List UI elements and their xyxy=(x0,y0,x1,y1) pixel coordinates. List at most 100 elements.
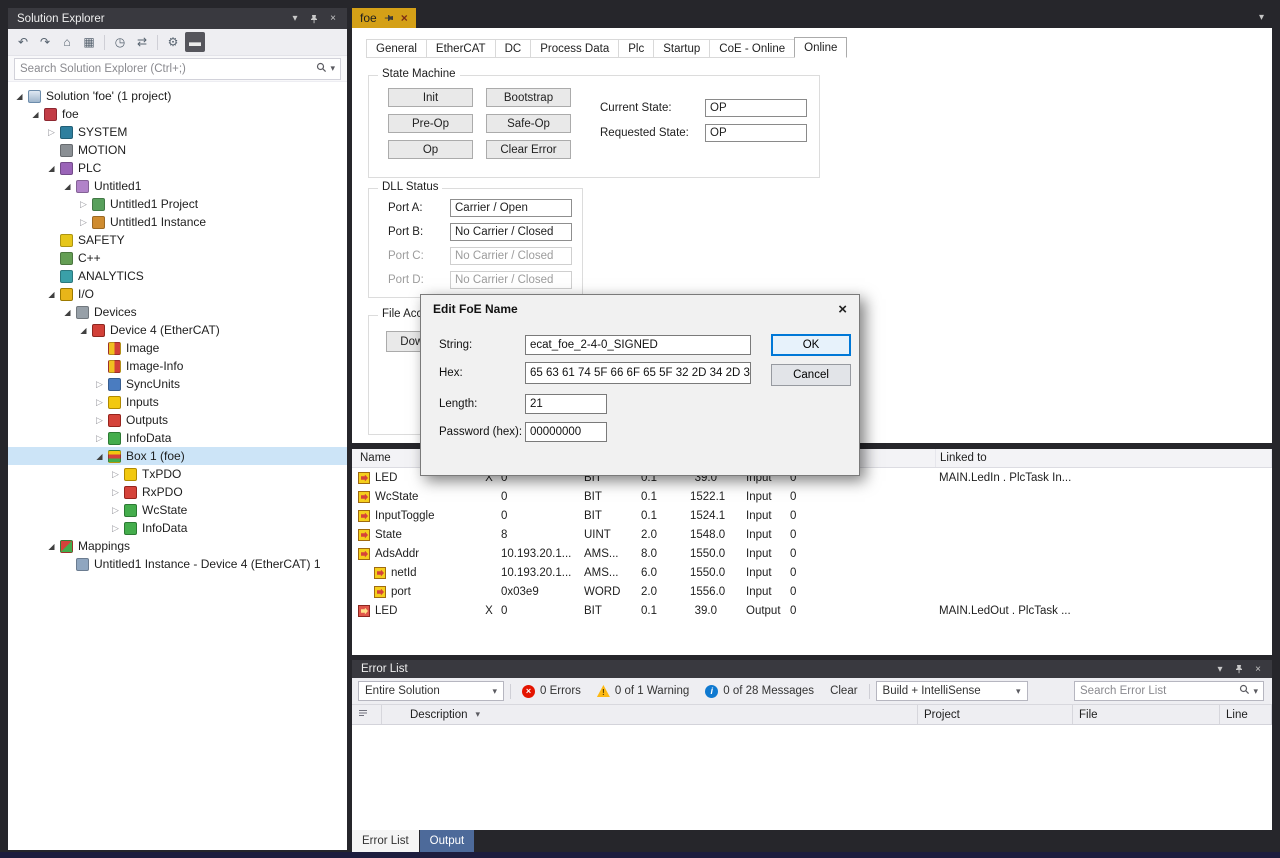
expanded-arrow-icon[interactable]: ◢ xyxy=(44,542,59,551)
pin-icon[interactable] xyxy=(306,11,322,27)
tree-item-i-o[interactable]: ◢I/O xyxy=(8,285,347,303)
chevron-down-icon[interactable]: ▾ xyxy=(1212,661,1228,677)
tree-item-image[interactable]: Image xyxy=(8,339,347,357)
home-icon[interactable]: ⌂ xyxy=(57,32,77,52)
solution-search-box[interactable]: ▾ xyxy=(14,58,341,80)
close-icon[interactable]: × xyxy=(1250,661,1266,677)
tab-plc[interactable]: Plc xyxy=(618,39,654,58)
expanded-arrow-icon[interactable]: ◢ xyxy=(28,110,43,119)
expanded-arrow-icon[interactable]: ◢ xyxy=(44,164,59,173)
chevron-down-icon[interactable]: ▾ xyxy=(1259,12,1264,23)
op-button[interactable]: Op xyxy=(388,140,473,159)
tree-item-plc[interactable]: ◢PLC xyxy=(8,159,347,177)
current-state-box[interactable]: OP xyxy=(705,99,807,117)
tree-item-box-1-foe[interactable]: ◢Box 1 (foe) xyxy=(8,447,347,465)
tab-process-data[interactable]: Process Data xyxy=(530,39,619,58)
tab-dc[interactable]: DC xyxy=(495,39,532,58)
cancel-button[interactable]: Cancel xyxy=(771,364,851,386)
collapsed-arrow-icon[interactable]: ▷ xyxy=(108,523,123,534)
header-severity[interactable] xyxy=(352,705,382,724)
collapsed-arrow-icon[interactable]: ▷ xyxy=(108,469,123,480)
bootstrap-button[interactable]: Bootstrap xyxy=(486,88,571,107)
tree-item-untitled1-project[interactable]: ▷Untitled1 Project xyxy=(8,195,347,213)
table-row[interactable]: State8UINT2.01548.0Input0 xyxy=(352,525,1272,544)
header-description[interactable]: Description ▾ xyxy=(382,705,918,724)
collapsed-arrow-icon[interactable]: ▷ xyxy=(92,433,107,444)
collapsed-arrow-icon[interactable]: ▷ xyxy=(92,415,107,426)
header-linked-to[interactable]: Linked to xyxy=(936,449,1272,467)
header-project[interactable]: Project xyxy=(918,705,1073,724)
dialog-titlebar[interactable]: Edit FoE Name × xyxy=(421,295,859,323)
back-icon[interactable]: ↶ xyxy=(13,32,33,52)
collapsed-arrow-icon[interactable]: ▷ xyxy=(76,217,91,228)
document-tab-foe[interactable]: foe × xyxy=(352,8,416,28)
properties-icon[interactable]: ⚙ xyxy=(163,32,183,52)
tab-startup[interactable]: Startup xyxy=(653,39,710,58)
close-icon[interactable]: × xyxy=(827,301,847,318)
length-input[interactable]: 21 xyxy=(525,394,607,414)
table-row[interactable]: LEDX0BIT0.139.0Output0MAIN.LedOut . PlcT… xyxy=(352,601,1272,620)
error-search-box[interactable]: ▾ xyxy=(1074,681,1264,701)
port-value-box[interactable]: No Carrier / Closed xyxy=(450,223,572,241)
tree-item-analytics[interactable]: ANALYTICS xyxy=(8,267,347,285)
tab-general[interactable]: General xyxy=(366,39,427,58)
tree-item-rxpdo[interactable]: ▷RxPDO xyxy=(8,483,347,501)
tree-item-untitled1-instance[interactable]: ▷Untitled1 Instance xyxy=(8,213,347,231)
forward-icon[interactable]: ↷ xyxy=(35,32,55,52)
table-row[interactable]: AdsAddr10.193.20.1...AMS...8.01550.0Inpu… xyxy=(352,544,1272,563)
header-line[interactable]: Line xyxy=(1220,705,1272,724)
pre-op-button[interactable]: Pre-Op xyxy=(388,114,473,133)
port-value-box[interactable]: No Carrier / Closed xyxy=(450,271,572,289)
bottom-tab-output[interactable]: Output xyxy=(420,830,475,852)
close-icon[interactable]: × xyxy=(401,11,408,25)
tree-item-inputs[interactable]: ▷Inputs xyxy=(8,393,347,411)
chevron-down-icon[interactable]: ▾ xyxy=(330,63,335,74)
collapsed-arrow-icon[interactable]: ▷ xyxy=(44,127,59,138)
messages-filter-button[interactable]: i 0 of 28 Messages xyxy=(700,680,819,702)
search-input[interactable] xyxy=(1080,685,1239,697)
switch-views-icon[interactable]: ▦ xyxy=(79,32,99,52)
build-intellisense-dropdown[interactable]: Build + IntelliSense ▾ xyxy=(876,681,1028,701)
tree-item-devices[interactable]: ◢Devices xyxy=(8,303,347,321)
header-file[interactable]: File xyxy=(1073,705,1220,724)
search-input[interactable] xyxy=(20,63,316,75)
expanded-arrow-icon[interactable]: ◢ xyxy=(44,290,59,299)
tree-item-c[interactable]: C++ xyxy=(8,249,347,267)
tree-item-solution-foe-1-project[interactable]: ◢Solution 'foe' (1 project) xyxy=(8,87,347,105)
port-value-box[interactable]: Carrier / Open xyxy=(450,199,572,217)
tree-item-image-info[interactable]: Image-Info xyxy=(8,357,347,375)
safe-op-button[interactable]: Safe-Op xyxy=(486,114,571,133)
bottom-tab-error-list[interactable]: Error List xyxy=(352,830,419,852)
errors-filter-button[interactable]: × 0 Errors xyxy=(517,680,586,702)
tree-item-infodata[interactable]: ▷InfoData xyxy=(8,519,347,537)
warnings-filter-button[interactable]: ! 0 of 1 Warning xyxy=(592,680,694,702)
requested-state-box[interactable]: OP xyxy=(705,124,807,142)
pin-icon[interactable] xyxy=(384,13,394,23)
hex-input[interactable]: 65 63 61 74 5F 66 6F 65 5F 32 2D 34 2D 3… xyxy=(525,362,751,384)
expanded-arrow-icon[interactable]: ◢ xyxy=(12,92,27,101)
preview-selected-items-icon[interactable]: ▬ xyxy=(185,32,205,52)
expanded-arrow-icon[interactable]: ◢ xyxy=(60,308,75,317)
string-input[interactable]: ecat_foe_2-4-0_SIGNED xyxy=(525,335,751,355)
collapsed-arrow-icon[interactable]: ▷ xyxy=(108,505,123,516)
password-hex-input[interactable]: 00000000 xyxy=(525,422,607,442)
close-icon[interactable]: × xyxy=(325,11,341,27)
pending-changes-filter-icon[interactable]: ◷ xyxy=(110,32,130,52)
sync-with-active-document-icon[interactable]: ⇄ xyxy=(132,32,152,52)
tree-item-device-4-ethercat[interactable]: ◢Device 4 (EtherCAT) xyxy=(8,321,347,339)
table-row[interactable]: netId10.193.20.1...AMS...6.01550.0Input0 xyxy=(352,563,1272,582)
expanded-arrow-icon[interactable]: ◢ xyxy=(92,452,107,461)
init-button[interactable]: Init xyxy=(388,88,473,107)
tab-coe-online[interactable]: CoE - Online xyxy=(709,39,795,58)
clear-button[interactable]: Clear xyxy=(825,680,862,702)
tree-item-safety[interactable]: SAFETY xyxy=(8,231,347,249)
tree-item-system[interactable]: ▷SYSTEM xyxy=(8,123,347,141)
tree-item-txpdo[interactable]: ▷TxPDO xyxy=(8,465,347,483)
chevron-down-icon[interactable]: ▾ xyxy=(1253,686,1258,697)
tree-item-foe[interactable]: ◢foe xyxy=(8,105,347,123)
search-icon[interactable] xyxy=(316,62,327,76)
clear-error-button[interactable]: Clear Error xyxy=(486,140,571,159)
tree-item-wcstate[interactable]: ▷WcState xyxy=(8,501,347,519)
tree-item-untitled1[interactable]: ◢Untitled1 xyxy=(8,177,347,195)
expanded-arrow-icon[interactable]: ◢ xyxy=(76,326,91,335)
